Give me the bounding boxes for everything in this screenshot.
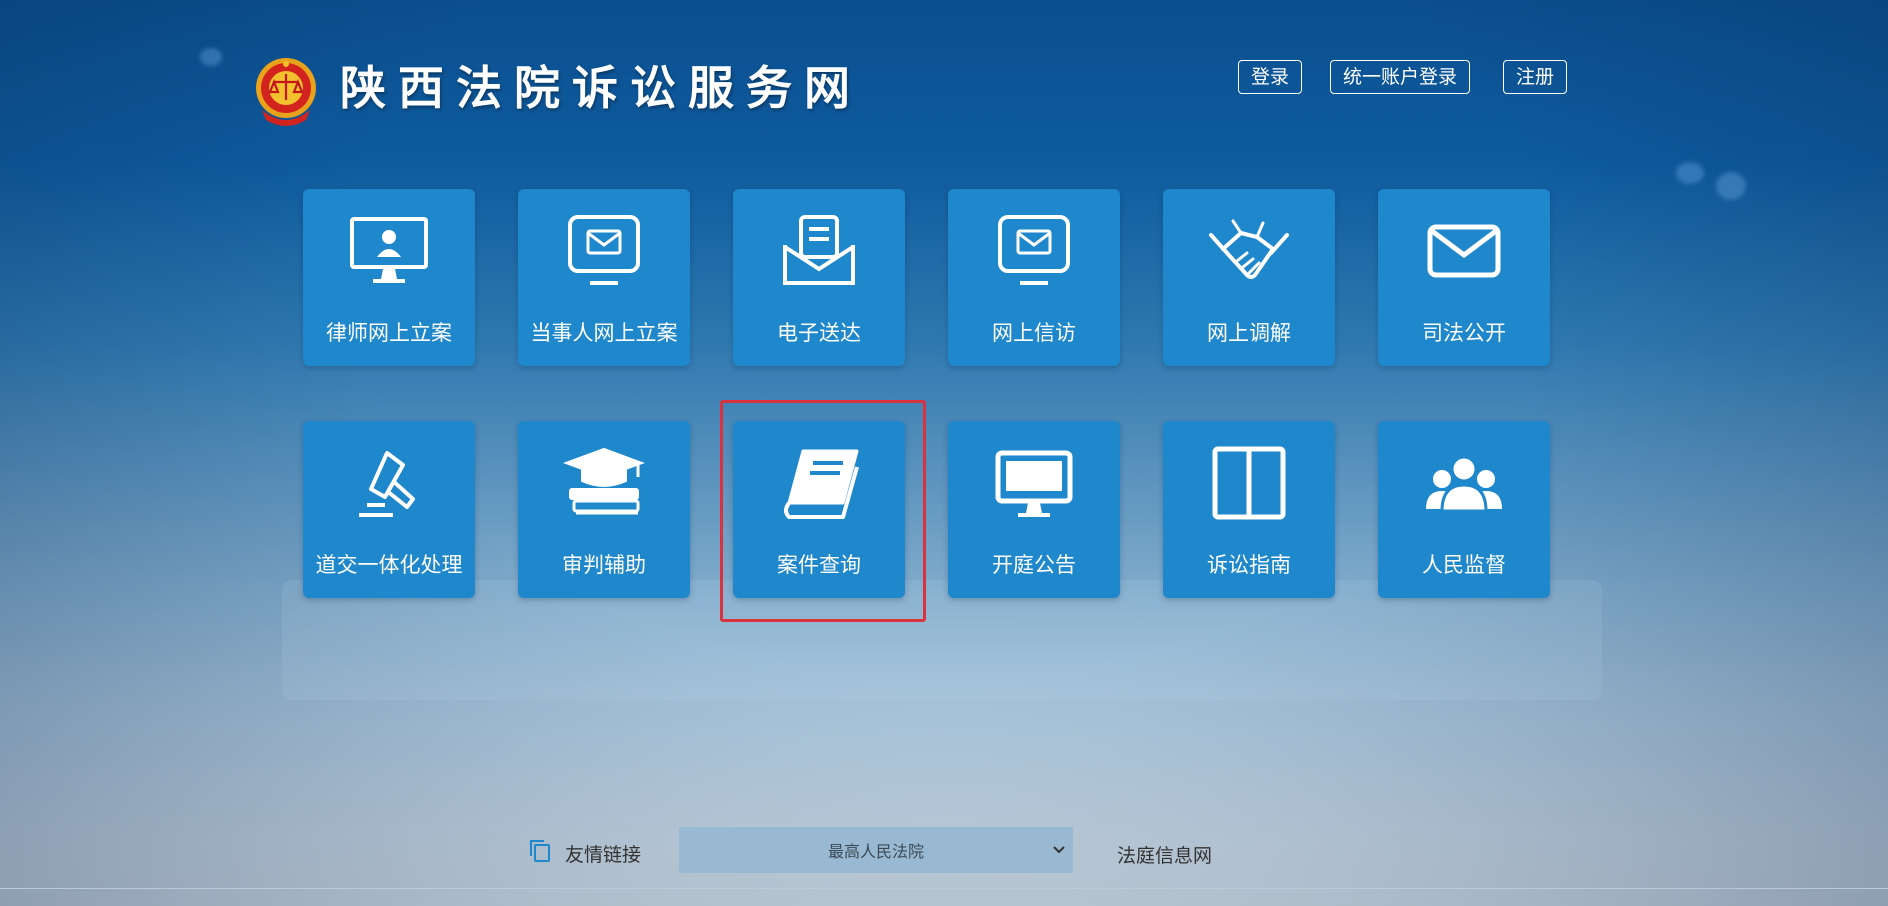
tile-label: 网上信访 — [992, 321, 1076, 345]
tile-label: 审判辅助 — [562, 553, 646, 577]
graduation-books-icon — [562, 445, 646, 521]
background-sparkle — [1676, 162, 1704, 184]
tile-label: 开庭公告 — [992, 553, 1076, 577]
tile-electronic-delivery[interactable]: 电子送达 — [733, 189, 905, 366]
tile-online-petition[interactable]: 网上信访 — [948, 189, 1120, 366]
tile-online-mediation[interactable]: 网上调解 — [1163, 189, 1335, 366]
tiles-panel — [282, 580, 1602, 700]
tile-label: 网上调解 — [1207, 321, 1291, 345]
tile-trial-assist[interactable]: 审判辅助 — [518, 421, 690, 598]
monitor-mail-icon — [992, 213, 1076, 289]
envelope-document-icon — [777, 213, 861, 289]
tile-court-announcement[interactable]: 开庭公告 — [948, 421, 1120, 598]
background-sparkle — [1716, 172, 1746, 200]
handshake-icon — [1207, 213, 1291, 289]
monitor-mail-icon — [562, 213, 646, 289]
register-button[interactable]: 注册 — [1503, 60, 1568, 94]
tile-label: 案件查询 — [777, 553, 861, 577]
footer-divider — [0, 888, 1888, 889]
tile-public-supervision[interactable]: 人民监督 — [1378, 421, 1550, 598]
tile-case-query[interactable]: 案件查询 — [733, 421, 905, 598]
tile-label: 人民监督 — [1422, 553, 1506, 577]
copy-icon — [530, 840, 550, 862]
book-icon — [777, 445, 861, 521]
tile-lawyer-filing[interactable]: 律师网上立案 — [303, 189, 475, 366]
site-title: 陕西法院诉讼服务网 — [340, 61, 862, 115]
tile-party-filing[interactable]: 当事人网上立案 — [518, 189, 690, 366]
court-emblem-icon — [256, 58, 316, 126]
mail-icon — [1422, 213, 1506, 289]
court-info-link[interactable]: 法庭信息网 — [1117, 841, 1212, 868]
tile-label: 当事人网上立案 — [530, 321, 678, 345]
tile-label: 司法公开 — [1422, 321, 1506, 345]
tile-label: 电子送达 — [777, 321, 861, 345]
people-group-icon — [1422, 445, 1506, 521]
court-select-value: 最高人民法院 — [827, 842, 924, 861]
chevron-down-icon — [1053, 846, 1065, 854]
background-vignette — [0, 0, 1888, 906]
tile-litigation-guide[interactable]: 诉讼指南 — [1163, 421, 1335, 598]
split-panel-icon — [1207, 445, 1291, 521]
tile-judicial-openness[interactable]: 司法公开 — [1378, 189, 1550, 366]
monitor-icon — [992, 445, 1076, 521]
court-select[interactable]: 最高人民法院 — [679, 827, 1073, 873]
tile-traffic-integrated[interactable]: 道交一体化处理 — [303, 421, 475, 598]
login-button[interactable]: 登录 — [1238, 60, 1303, 94]
gavel-icon — [347, 445, 431, 521]
tile-label: 律师网上立案 — [326, 321, 452, 345]
background-sparkle — [200, 48, 222, 66]
tile-label: 道交一体化处理 — [315, 553, 463, 577]
unified-login-button[interactable]: 统一账户登录 — [1330, 60, 1471, 94]
tile-label: 诉讼指南 — [1207, 553, 1291, 577]
monitor-user-icon — [347, 213, 431, 289]
friendly-links-label: 友情链接 — [565, 844, 642, 866]
